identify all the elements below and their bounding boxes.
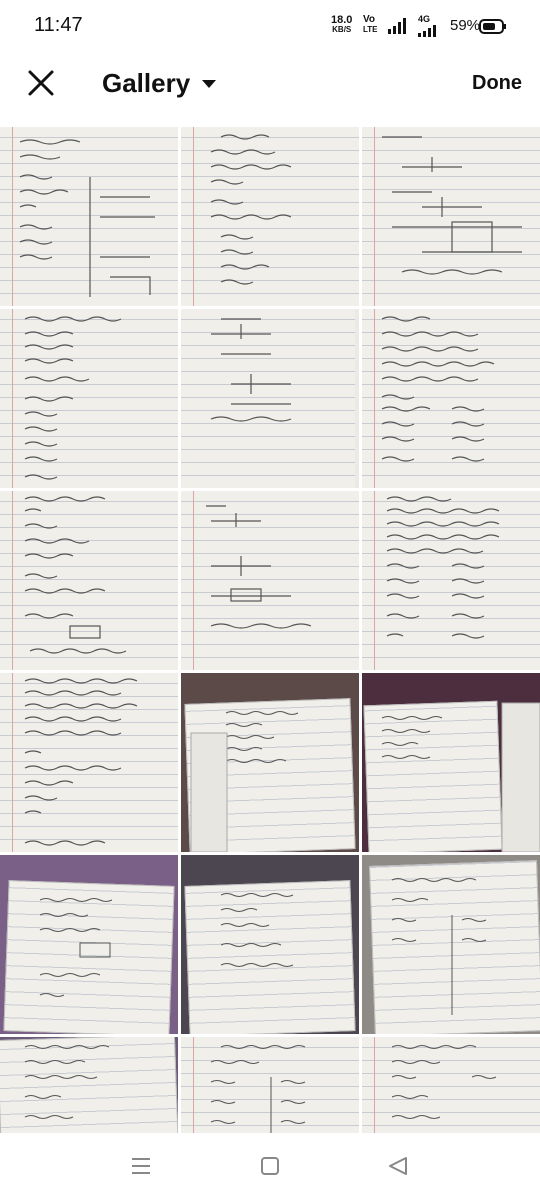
volte-indicator: Vo LTE xyxy=(363,15,378,35)
volte-top: Vo xyxy=(363,14,376,25)
photo-thumbnail[interactable] xyxy=(181,127,359,306)
handwriting-image xyxy=(391,1045,497,1119)
handwriting-image xyxy=(24,496,127,654)
handwriting-image xyxy=(386,496,500,639)
photo-thumbnail[interactable] xyxy=(0,309,178,488)
photo-thumbnail[interactable] xyxy=(362,127,540,306)
network-speed-unit: KB/S xyxy=(332,25,352,34)
photo-thumbnail[interactable] xyxy=(181,855,359,1034)
handwriting-image xyxy=(24,316,122,480)
handwriting-image xyxy=(24,1045,110,1119)
system-nav-bar xyxy=(0,1134,540,1200)
handwriting-image xyxy=(381,316,495,462)
app-bar: Gallery Done xyxy=(0,54,540,124)
photo-thumbnail[interactable] xyxy=(362,1037,540,1133)
battery-icon xyxy=(479,19,506,34)
photo-thumbnail[interactable] xyxy=(181,309,359,488)
handwriting-image xyxy=(382,136,522,275)
network-type: 4G xyxy=(418,14,431,24)
back-button[interactable] xyxy=(388,1156,408,1181)
photo-thumbnail[interactable] xyxy=(362,855,540,1034)
status-time: 11:47 xyxy=(34,14,83,36)
handwriting-image xyxy=(19,139,155,297)
done-button[interactable]: Done xyxy=(472,72,522,95)
back-icon xyxy=(389,1157,407,1175)
photo-grid xyxy=(0,127,540,1133)
handwriting-image xyxy=(39,898,113,997)
photo-thumbnail[interactable] xyxy=(181,673,359,852)
network-speed: 18.0 KB/S xyxy=(331,15,352,35)
photo-thumbnail[interactable] xyxy=(362,673,540,852)
handwriting-image xyxy=(210,134,292,285)
handwriting-image xyxy=(210,318,292,422)
handwriting-image xyxy=(381,702,540,852)
photo-thumbnail[interactable] xyxy=(0,127,178,306)
status-bar: 11:47 18.0 KB/S Vo LTE 4G 59% xyxy=(0,0,540,54)
photo-thumbnail[interactable] xyxy=(362,309,540,488)
handwriting-image xyxy=(391,878,487,1015)
photo-thumbnail[interactable] xyxy=(0,1037,178,1133)
recents-button[interactable] xyxy=(130,1156,152,1181)
caret-down-icon xyxy=(202,80,217,88)
photo-thumbnail[interactable] xyxy=(181,491,359,670)
recents-icon xyxy=(132,1158,150,1174)
signal-icon xyxy=(388,18,406,34)
handwriting-image xyxy=(190,711,299,852)
handwriting-image xyxy=(220,893,294,967)
album-selector[interactable]: Gallery xyxy=(102,68,217,99)
close-button[interactable] xyxy=(26,68,56,98)
network-speed-value: 18.0 xyxy=(331,14,353,26)
handwriting-image xyxy=(210,1045,306,1133)
photo-thumbnail[interactable] xyxy=(0,673,178,852)
photo-thumbnail[interactable] xyxy=(362,491,540,670)
close-icon xyxy=(28,70,54,96)
signal-2-icon xyxy=(418,25,436,37)
page-title: Gallery xyxy=(102,68,191,98)
home-icon xyxy=(261,1157,279,1175)
photo-thumbnail[interactable] xyxy=(0,855,178,1034)
photo-thumbnail[interactable] xyxy=(181,1037,359,1133)
mobile-data-indicator: 4G xyxy=(418,15,444,42)
photo-thumbnail[interactable] xyxy=(0,491,178,670)
volte-bottom: LTE xyxy=(363,25,378,34)
handwriting-image xyxy=(24,678,138,846)
battery-percent: 59% xyxy=(450,17,481,34)
home-button[interactable] xyxy=(260,1156,280,1181)
handwriting-image xyxy=(206,505,312,629)
